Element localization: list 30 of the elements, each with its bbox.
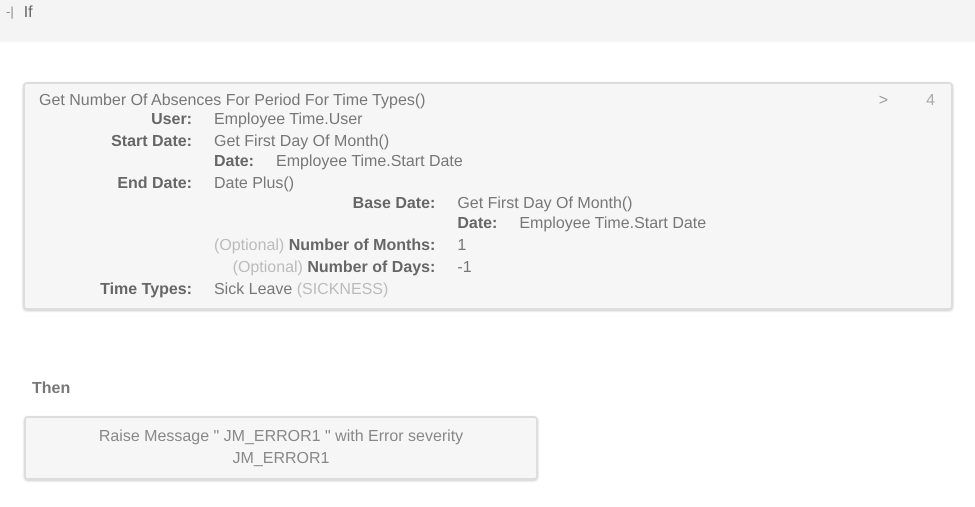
parameter-label: Date: — [457, 215, 498, 232]
parameter-value[interactable]: Employee Time.Start Date — [519, 215, 706, 232]
action-card[interactable]: Raise Message " JM_ERROR1 " with Error severity JM_ERROR1 — [24, 416, 538, 480]
parameter-value[interactable]: Date Plus() — [214, 175, 294, 192]
parameter-label: Date: — [214, 153, 254, 170]
parameter-label: Number of Days: — [307, 259, 436, 276]
parameter-value[interactable]: Get First Day Of Month() — [457, 195, 632, 212]
navigate-link[interactable]: > — [878, 92, 888, 110]
parameter-value[interactable]: Get First Day Of Month() — [214, 133, 390, 150]
action-text: Raise Message " JM_ERROR1 " with Error severity — [98, 427, 464, 447]
section-title: Then — [32, 380, 72, 398]
code-text: (SICKNESS) — [296, 281, 388, 298]
parameter-value[interactable]: -1 — [457, 259, 472, 276]
action-text: JM_ERROR1 — [232, 449, 330, 469]
parameter-label: Time Types: — [100, 281, 192, 298]
parameter-label: Base Date: — [352, 195, 436, 212]
parameter-value[interactable]: Employee Time.User — [214, 111, 362, 128]
parameter-value[interactable]: Employee Time.Start Date — [276, 153, 463, 170]
optional-tag: (Optional) — [214, 237, 284, 254]
parameter-value[interactable]: 1 — [457, 237, 466, 254]
parameter-label: Start Date: — [111, 133, 192, 150]
parameter-value[interactable]: Sick Leave — [214, 281, 292, 298]
section-title: If — [24, 4, 33, 22]
optional-tag: (Optional) — [232, 259, 303, 276]
collapse-toggle[interactable]: -| — [6, 4, 14, 19]
function-title[interactable]: Get Number Of Absences For Period For Time Types() — [39, 92, 879, 110]
parameter-label: User: — [151, 111, 192, 128]
count-text: 4 — [926, 92, 935, 110]
parameter-label: End Date: — [117, 175, 192, 192]
parameter-label: Number of Months: — [288, 237, 436, 254]
